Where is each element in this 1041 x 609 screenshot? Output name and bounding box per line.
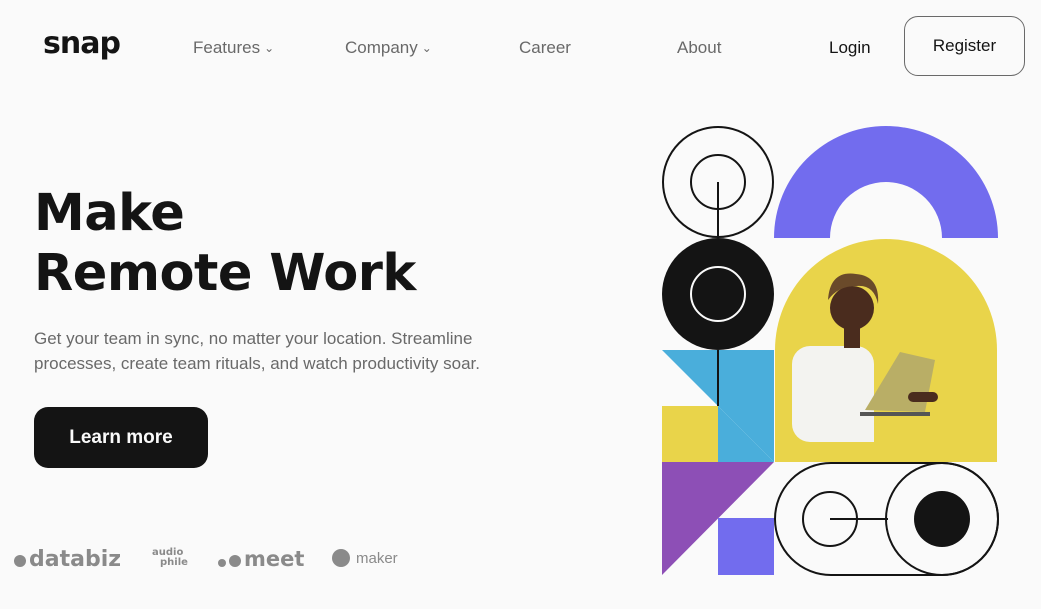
hero-title-line2: Remote Work	[34, 244, 416, 303]
learn-more-button[interactable]: Learn more	[34, 407, 208, 468]
chevron-down-icon: ⌄	[421, 41, 432, 55]
purple-arch-shape	[774, 126, 998, 238]
databiz-dot-icon	[14, 555, 26, 567]
nav-company-label: Company	[345, 38, 418, 57]
login-link[interactable]: Login	[829, 38, 871, 58]
meet-dot-icon	[229, 555, 241, 567]
audiophile-logo: audio phile	[152, 547, 188, 568]
black-dot-icon	[914, 491, 970, 547]
chevron-down-icon: ⌄	[264, 41, 275, 55]
databiz-logo: databiz	[14, 547, 121, 572]
purple-square-shape	[718, 518, 774, 575]
nav-features[interactable]: Features ⌄	[193, 38, 274, 59]
hero-illustration	[662, 126, 999, 576]
nav-career[interactable]: Career	[519, 38, 571, 58]
maker-logo: maker	[332, 549, 398, 567]
meet-dot-icon	[218, 559, 226, 567]
hero-description: Get your team in sync, no matter your lo…	[34, 329, 480, 373]
nav-company[interactable]: Company ⌄	[345, 38, 432, 59]
nav-about[interactable]: About	[677, 38, 721, 58]
hero-title: Make Remote Work	[34, 184, 416, 304]
nav-about-label: About	[677, 38, 722, 57]
black-circle-icon	[662, 238, 774, 350]
brand-logo[interactable]: snap	[43, 26, 121, 61]
maker-circle-icon	[332, 549, 350, 567]
nav-features-label: Features	[193, 38, 261, 57]
hero-title-line1: Make	[34, 184, 185, 243]
register-button[interactable]: Register	[904, 16, 1025, 76]
nav-career-label: Career	[519, 38, 571, 57]
yellow-square-shape	[662, 406, 718, 462]
meet-logo: meet	[218, 547, 304, 571]
